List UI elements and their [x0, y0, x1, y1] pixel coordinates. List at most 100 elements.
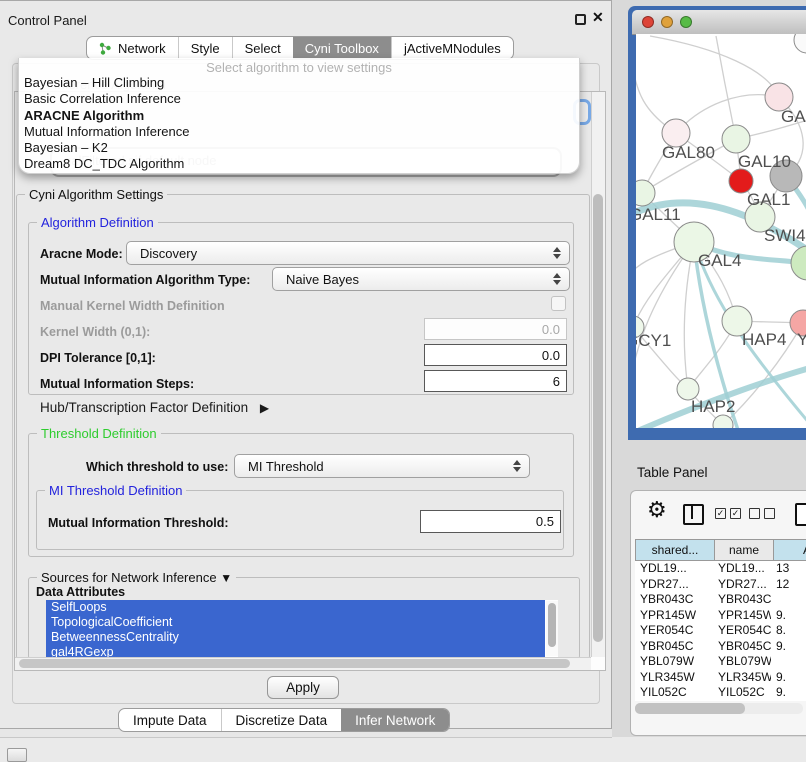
algorithm-popup-prompt: Select algorithm to view settings — [19, 60, 579, 75]
tab-style[interactable]: Style — [178, 37, 232, 59]
float-window-icon[interactable] — [575, 14, 586, 25]
table-row[interactable]: YIL052CYIL052C9. — [635, 685, 806, 701]
table-cell: YDR27... — [635, 577, 713, 593]
dpi-tolerance-label: DPI Tolerance [0,1]: — [40, 351, 156, 365]
checkbox-unchecked-pair-icon[interactable] — [749, 508, 775, 519]
attribute-item[interactable]: BetweennessCentrality — [46, 630, 545, 645]
expander-collapsed-icon: ▶ — [260, 401, 269, 415]
node-label: GAL1 — [747, 190, 790, 209]
document-icon[interactable] — [795, 503, 806, 526]
network-window-titlebar[interactable] — [632, 10, 806, 35]
minimize-traffic-light[interactable] — [661, 16, 673, 28]
table-row[interactable]: YBR043CYBR043C — [635, 592, 806, 608]
tab-cyni-toolbox[interactable]: Cyni Toolbox — [293, 37, 391, 59]
algorithm-option[interactable]: Bayesian – K2 — [19, 140, 579, 156]
algorithm-option[interactable]: ARACNE Algorithm — [19, 108, 579, 124]
mi-steps-label: Mutual Information Steps: — [40, 377, 194, 391]
network-graph[interactable]: GALGAL80GAL10GAL1GAL11SWI4GAL4GCY1HAP4YH… — [636, 34, 806, 428]
mi-type-label: Mutual Information Algorithm Type: — [40, 273, 250, 287]
table-cell: YBR043C — [713, 592, 771, 608]
mi-type-combobox[interactable]: Naive Bayes — [272, 267, 570, 291]
kernel-width-field[interactable]: 0.0 — [424, 318, 567, 340]
table-row[interactable]: YBL079WYBL079W — [635, 654, 806, 670]
dpi-tolerance-field[interactable]: 0.0 — [424, 344, 567, 366]
table-cell: YIL052C — [635, 685, 713, 701]
mi-threshold-group-title: MI Threshold Definition — [45, 483, 186, 498]
zoom-traffic-light[interactable] — [680, 16, 692, 28]
table-body: YDL19...YDL19...13YDR27...YDR27...12YBR0… — [635, 561, 806, 701]
column-header-partial[interactable]: A — [774, 539, 806, 561]
table-cell: YIL052C — [713, 685, 771, 701]
column-header-name[interactable]: name — [715, 539, 774, 561]
aracne-mode-combobox[interactable]: Discovery — [126, 241, 570, 265]
table-row[interactable]: YPR145WYPR145W9. — [635, 608, 806, 624]
tab-discretize-data[interactable]: Discretize Data — [221, 709, 342, 731]
network-node[interactable] — [791, 246, 806, 280]
algorithm-option[interactable]: Dream8 DC_TDC Algorithm — [19, 156, 579, 172]
table-row[interactable]: YLR345WYLR345W9. — [635, 670, 806, 686]
which-threshold-value: MI Threshold — [248, 459, 324, 474]
network-edge — [684, 242, 694, 389]
node-label: GAL11 — [636, 205, 681, 224]
network-node[interactable] — [794, 34, 806, 53]
attribute-item[interactable]: gal4RGexp — [46, 645, 545, 657]
network-edge — [676, 95, 779, 133]
settings-vertical-scrollbar-thumb[interactable] — [593, 194, 603, 642]
algorithm-option[interactable]: Mutual Information Inference — [19, 124, 579, 140]
which-threshold-combobox[interactable]: MI Threshold — [234, 454, 530, 478]
mi-threshold-field[interactable]: 0.5 — [420, 510, 561, 533]
table-row[interactable]: YDR27...YDR27...12 — [635, 577, 806, 593]
node-label: SWI4 — [764, 226, 806, 245]
node-label: GAL80 — [662, 143, 715, 162]
sources-group-title[interactable]: Sources for Network Inference ▼ — [37, 570, 236, 585]
table-cell: 9. — [771, 639, 806, 655]
tab-network-label: Network — [118, 41, 166, 56]
table-cell: 9. — [771, 608, 806, 624]
attributes-list-scrollbar-thumb[interactable] — [548, 603, 556, 647]
attribute-item[interactable]: TopologicalCoefficient — [46, 615, 545, 630]
hub-definition-expander[interactable]: Hub/Transcription Factor Definition ▶ — [40, 400, 269, 415]
tab-select[interactable]: Select — [232, 37, 293, 59]
table-cell — [771, 654, 806, 670]
table-row[interactable]: YDL19...YDL19...13 — [635, 561, 806, 577]
aracne-mode-label: Aracne Mode: — [40, 247, 123, 261]
data-attributes-list[interactable]: SelfLoopsTopologicalCoefficientBetweenne… — [46, 600, 558, 657]
data-attributes-label: Data Attributes — [36, 585, 125, 599]
table-cell: YLR345W — [635, 670, 713, 686]
algorithm-option[interactable]: Bayesian – Hill Climbing — [19, 75, 579, 91]
table-cell: YPR145W — [635, 608, 713, 624]
table-panel-window: ⚙ ✓✓ shared... name A YDL19...YDL19...13… — [630, 490, 806, 736]
table-horizontal-scrollbar-thumb[interactable] — [635, 703, 745, 714]
table-cell: YDR27... — [713, 577, 771, 593]
table-panel-title: Table Panel — [637, 465, 708, 480]
combobox-arrows-icon — [553, 273, 561, 285]
settings-horizontal-scrollbar-thumb[interactable] — [19, 659, 570, 668]
split-columns-icon[interactable] — [683, 504, 704, 525]
node-label: HAP4 — [742, 330, 786, 349]
network-node[interactable] — [722, 125, 750, 153]
gear-icon[interactable]: ⚙ — [647, 497, 667, 523]
table-cell: YDL19... — [713, 561, 771, 577]
tab-impute-data[interactable]: Impute Data — [119, 709, 221, 731]
tab-infer-network[interactable]: Infer Network — [341, 709, 449, 731]
tab-network[interactable]: Network — [87, 37, 178, 59]
expander-expanded-icon: ▼ — [220, 571, 232, 585]
table-header: shared... name A — [635, 539, 806, 561]
node-label: HAP2 — [691, 397, 735, 416]
mi-steps-field[interactable]: 6 — [424, 370, 567, 392]
column-header-shared[interactable]: shared... — [635, 539, 715, 561]
minimized-window-icon[interactable] — [7, 748, 27, 762]
close-icon[interactable]: ✕ — [592, 9, 604, 26]
tab-jactivemnodules[interactable]: jActiveMNodules — [391, 37, 513, 59]
network-node[interactable] — [713, 415, 733, 428]
checkbox-checked-pair-icon[interactable]: ✓✓ — [715, 508, 741, 519]
scrollbar-corner — [591, 657, 605, 670]
table-row[interactable]: YER054CYER054C8. — [635, 623, 806, 639]
table-row[interactable]: YBR045CYBR045C9. — [635, 639, 806, 655]
attribute-item[interactable]: SelfLoops — [46, 600, 545, 615]
cyni-settings-group-title: Cyni Algorithm Settings — [25, 187, 167, 202]
manual-kernel-checkbox[interactable] — [551, 296, 566, 311]
algorithm-option[interactable]: Basic Correlation Inference — [19, 91, 579, 107]
close-traffic-light[interactable] — [642, 16, 654, 28]
apply-button[interactable]: Apply — [267, 676, 339, 699]
